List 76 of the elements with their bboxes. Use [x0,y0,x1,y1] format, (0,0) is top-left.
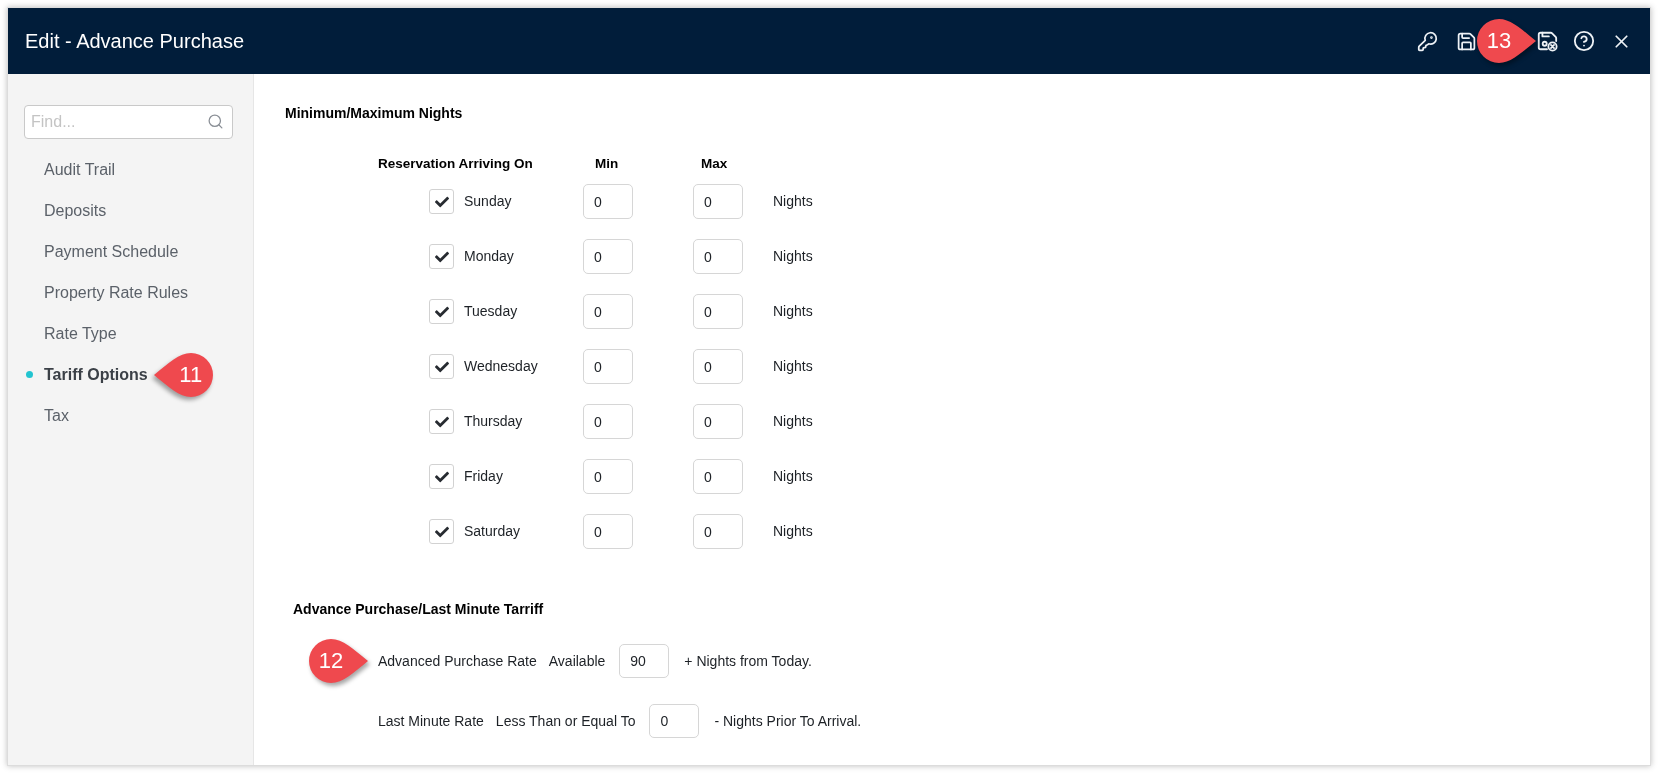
max-nights-input[interactable]: 0 [693,404,743,439]
section-title: Minimum/Maximum Nights [285,104,463,123]
day-label: Friday [464,468,503,484]
checkbox[interactable] [429,299,454,324]
sidebar-item[interactable]: Rate Type [44,321,117,346]
callout-marker: 13 [1477,19,1536,63]
key-button[interactable] [1417,30,1438,52]
min-nights-input[interactable]: 0 [583,459,633,494]
sidebar-item[interactable]: Audit Trail [44,157,116,182]
max-nights-input[interactable]: 0 [693,514,743,549]
checkbox[interactable] [429,354,454,379]
check-icon [434,359,449,374]
checkbox[interactable] [429,189,454,214]
column-header: Max [701,155,728,171]
sidebar-item[interactable]: Deposits [44,198,107,223]
check-icon [434,304,449,319]
key-icon [1417,30,1438,52]
nights-input[interactable]: 90 [619,644,670,678]
rate-condition: Available [548,651,606,671]
day-label: Thursday [464,413,523,429]
search-field[interactable]: Find... [24,105,233,139]
help-button[interactable] [1573,30,1595,52]
section-title: Advance Purchase/Last Minute Tarriff [293,600,544,619]
unit-label: Nights [773,467,813,486]
window-title: Edit - Advance Purchase [25,29,244,54]
unit-label: Nights [773,247,813,266]
max-nights-input[interactable]: 0 [693,239,743,274]
rate-label: Advanced Purchase Rate [378,651,537,671]
rate-label: Last Minute Rate [378,711,484,731]
day-label: Sunday [464,193,512,209]
callout-marker: 12 [309,639,368,683]
sidebar-item[interactable]: Payment Schedule [44,239,179,264]
check-icon [434,414,449,429]
min-nights-input[interactable]: 0 [583,404,633,439]
rate-suffix: - Nights Prior To Arrival. [714,711,862,731]
day-label: Monday [464,248,514,264]
unit-label: Nights [773,302,813,321]
save-and-close-button[interactable] [1536,30,1558,52]
min-nights-input[interactable]: 0 [583,349,633,384]
save-icon [1456,30,1477,52]
sidebar-item[interactable]: Tax [44,403,69,428]
sidebar-item[interactable]: Tariff Options [44,362,148,387]
max-nights-input[interactable]: 0 [693,459,743,494]
rate-suffix: + Nights from Today. [684,651,812,671]
column-header: Reservation Arriving On [378,155,533,171]
nights-input[interactable]: 0 [649,704,700,738]
save-close-icon [1536,30,1558,52]
unit-label: Nights [773,357,813,376]
callout-marker: 11 [153,352,213,397]
check-icon [434,249,449,264]
search-icon [207,113,224,130]
sidebar-item[interactable]: Property Rate Rules [44,280,189,305]
max-nights-input[interactable]: 0 [693,184,743,219]
day-label: Tuesday [464,303,518,319]
save-button[interactable] [1456,30,1477,52]
rate-condition: Less Than or Equal To [495,711,636,731]
day-label: Wednesday [464,358,538,374]
max-nights-input[interactable]: 0 [693,294,743,329]
min-nights-input[interactable]: 0 [583,184,633,219]
check-icon [434,524,449,539]
min-nights-input[interactable]: 0 [583,294,633,329]
unit-label: Nights [773,522,813,541]
min-nights-input[interactable]: 0 [583,514,633,549]
check-icon [434,469,449,484]
checkbox[interactable] [429,464,454,489]
unit-label: Nights [773,192,813,211]
min-nights-input[interactable]: 0 [583,239,633,274]
unit-label: Nights [773,412,813,431]
help-icon [1573,30,1595,52]
column-header: Min [595,155,619,171]
checkbox[interactable] [429,244,454,269]
day-label: Saturday [464,523,521,539]
check-icon [434,194,449,209]
checkbox[interactable] [429,409,454,434]
checkbox[interactable] [429,519,454,544]
max-nights-input[interactable]: 0 [693,349,743,384]
